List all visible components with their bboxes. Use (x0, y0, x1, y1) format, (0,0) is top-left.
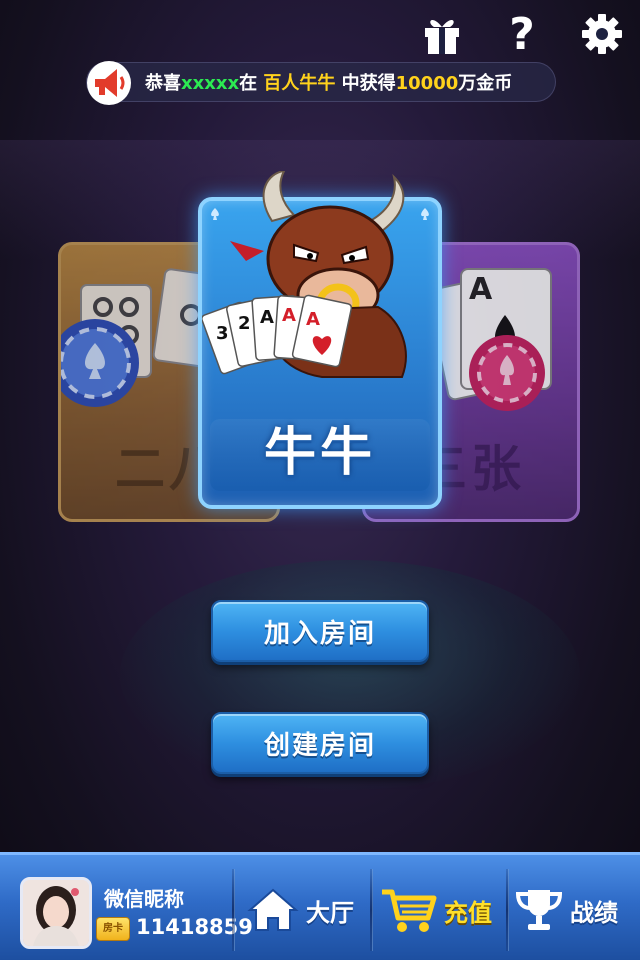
msg-suffix: 万金币 (458, 73, 513, 94)
game-label-niuniu: 牛牛 (263, 423, 376, 483)
bull-mascot-art: 3 2 A A A (202, 171, 407, 378)
card-rank-3: 3 (216, 323, 229, 344)
trophy-icon (515, 890, 563, 930)
msg-game: 百人牛牛 (263, 73, 336, 94)
help-symbol: ? (509, 8, 535, 60)
nav-lobby-label: 大厅 (306, 898, 354, 927)
announcement-text: 恭喜xxxxx在 百人牛牛 中获得10000万金币 (145, 69, 512, 95)
join-room-button[interactable]: 加入房间 (211, 600, 429, 662)
nav-records[interactable]: 战绩 (514, 869, 634, 951)
msg-amount: 10000 (395, 73, 459, 94)
msg-mid: 在 (239, 73, 258, 94)
card-rank-a2: A (282, 305, 296, 326)
nav-records-label: 战绩 (570, 898, 618, 927)
gold-coin-icon: 房卡 (96, 917, 130, 941)
nav-lobby[interactable]: 大厅 (246, 869, 370, 951)
nav-recharge[interactable]: 充值 (380, 869, 504, 951)
avatar-photo (23, 880, 89, 946)
help-icon[interactable]: ? (498, 8, 546, 60)
shopping-cart-icon (382, 889, 437, 932)
gear-icon[interactable] (578, 10, 626, 58)
card-rank-a: A (469, 272, 493, 307)
divider (506, 869, 509, 951)
divider (370, 869, 373, 951)
msg-middle: 中获得 (341, 73, 396, 94)
nav-recharge-label: 充值 (444, 898, 492, 927)
home-icon (247, 888, 299, 931)
join-room-label: 加入房间 (263, 618, 376, 649)
divider (232, 869, 235, 951)
card-rank-2: 2 (238, 313, 251, 334)
msg-player: xxxxx (181, 73, 240, 94)
game-card-niuniu[interactable]: 3 2 A A A 牛牛 (198, 171, 442, 509)
create-room-button[interactable]: 创建房间 (211, 712, 429, 774)
gold-balance: 11418859 (136, 915, 253, 939)
gold-badge-label: 房卡 (103, 923, 123, 934)
card-rank-a3: A (306, 309, 320, 330)
create-room-label: 创建房间 (263, 730, 376, 761)
bottom-nav-bar: 微信昵称 房卡 11418859 大厅 充值 战绩 (0, 852, 640, 960)
announcement-marquee: 恭喜xxxxx在 百人牛牛 中获得10000万金币 (86, 61, 556, 105)
megaphone-icon (87, 61, 131, 105)
user-nickname: 微信昵称 (104, 887, 184, 911)
gift-icon[interactable] (418, 10, 466, 58)
msg-prefix: 恭喜 (145, 73, 181, 94)
avatar[interactable] (20, 877, 92, 949)
card-rank-a1: A (260, 307, 274, 328)
